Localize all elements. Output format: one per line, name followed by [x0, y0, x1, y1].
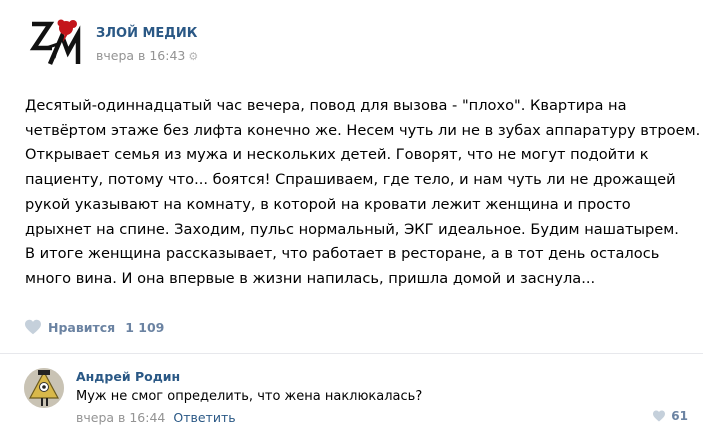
like-count[interactable]: 1 109: [125, 320, 164, 335]
post-time-text[interactable]: вчера в 16:43: [96, 48, 185, 63]
group-avatar[interactable]: [28, 14, 84, 70]
heart-icon: [25, 319, 41, 335]
comment-like-count[interactable]: 61: [671, 409, 688, 423]
comment-meta: вчера в 16:44 Ответить: [76, 410, 236, 425]
post-text-line: Открывает семья из мужа и нескольких дет…: [25, 146, 649, 164]
post-text-line: В итоге женщина рассказывает, что работа…: [25, 245, 660, 263]
post-text-line: много вина. И она впервые в жизни напила…: [25, 269, 596, 287]
heart-icon: [653, 410, 666, 422]
comment-text: Муж не смог определить, что жена наклюка…: [76, 389, 423, 404]
post-text: Десятый-одиннадцатый час вечера, повод д…: [25, 94, 705, 292]
post-text-line: Десятый-одиннадцатый час вечера, повод д…: [25, 97, 627, 114]
divider: [0, 353, 703, 354]
group-name[interactable]: ЗЛОЙ МЕДИК: [96, 26, 197, 41]
post-time[interactable]: вчера в 16:43 ⚙: [96, 48, 198, 63]
post-text-line: пациенту, потому что... боятся! Спрашива…: [25, 171, 676, 189]
comment-like-button[interactable]: 61: [652, 409, 688, 423]
comment-author[interactable]: Андрей Родин: [76, 369, 180, 384]
comment-time[interactable]: вчера в 16:44: [76, 410, 165, 425]
gear-icon[interactable]: ⚙: [188, 50, 198, 63]
post-text-line: рукой указывают на комнату, в которой на…: [25, 195, 631, 213]
reply-button[interactable]: Ответить: [173, 410, 235, 425]
post-text-line: четвёртом этаже без лифта конечно же. Не…: [25, 121, 701, 139]
post-text-line: дрыхнет на спине. Заходим, пульс нормаль…: [25, 220, 679, 238]
like-label[interactable]: Нравится: [48, 320, 115, 335]
like-button[interactable]: Нравится 1 109: [24, 316, 164, 338]
comment-author-avatar[interactable]: [24, 368, 64, 408]
